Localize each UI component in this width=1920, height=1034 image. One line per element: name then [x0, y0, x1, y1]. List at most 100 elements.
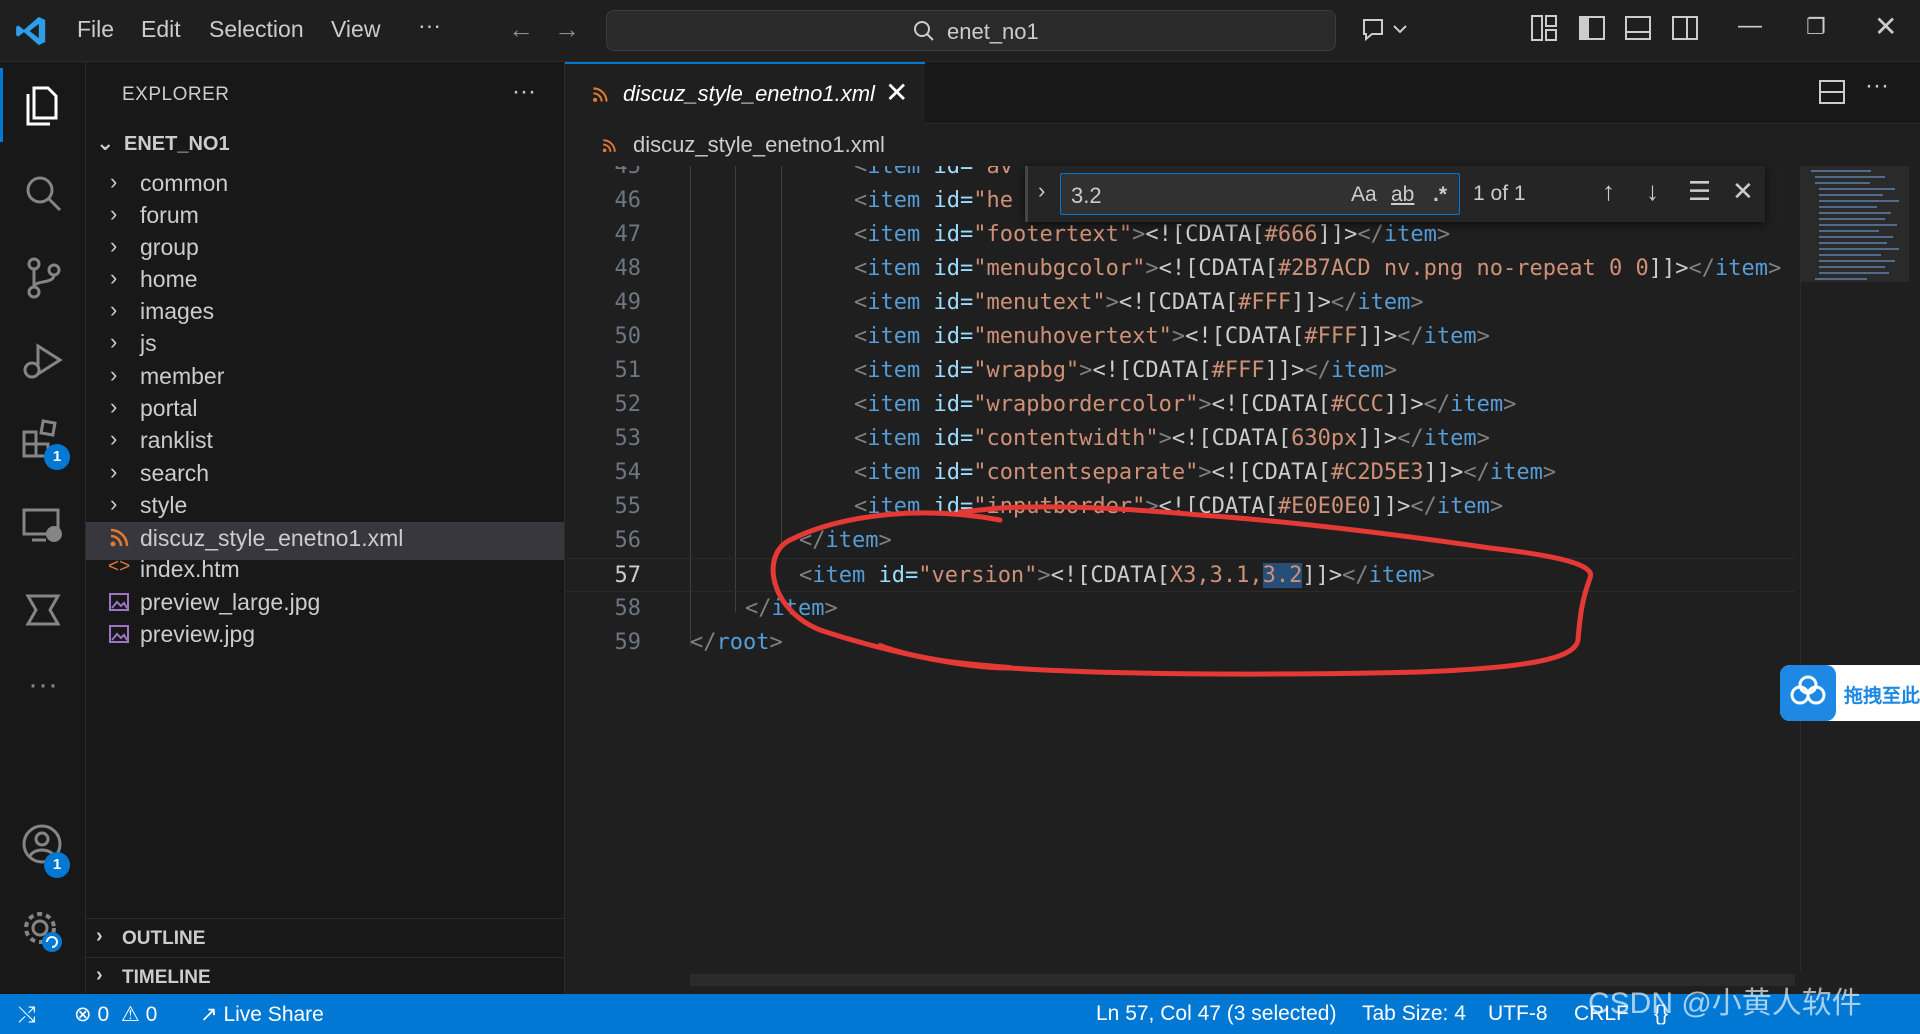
- chevron-right-icon: ›: [110, 394, 118, 419]
- regex-button[interactable]: .*: [1433, 183, 1447, 207]
- tree-file-preview[interactable]: preview.jpg: [86, 618, 564, 656]
- manage-gear-icon[interactable]: [20, 908, 66, 954]
- toggle-primary-sidebar-icon[interactable]: [1578, 14, 1606, 42]
- search-icon[interactable]: [20, 170, 66, 216]
- customize-layout-icon[interactable]: [1530, 14, 1558, 42]
- selected-text: 3.2: [1262, 563, 1303, 588]
- close-find-icon[interactable]: ✕: [1732, 176, 1754, 207]
- breadcrumb-file[interactable]: discuz_style_enetno1.xml: [633, 132, 885, 158]
- chevron-right-icon: ›: [110, 426, 118, 451]
- chevron-right-icon: ›: [96, 964, 103, 986]
- outline-label: OUTLINE: [122, 928, 206, 949]
- explorer-sidebar: EXPLORER ··· ⌄ ENET_NO1 › common › forum ›…: [86, 62, 565, 994]
- toggle-replace-chevron-icon[interactable]: ›: [1038, 178, 1045, 204]
- close-tab-icon[interactable]: ✕: [885, 76, 908, 109]
- accounts-badge: 1: [44, 852, 70, 878]
- chevron-right-icon: ›: [110, 491, 118, 516]
- editor-tabs: discuz_style_enetno1.xml ✕ ···: [565, 62, 1920, 124]
- tab-label: discuz_style_enetno1.xml: [623, 81, 875, 106]
- menu-file[interactable]: File: [77, 16, 114, 43]
- restore-icon[interactable]: ❐: [1806, 14, 1826, 40]
- rss-icon: [593, 87, 608, 102]
- line-number: 46: [614, 188, 642, 213]
- tab-size[interactable]: Tab Size: 4: [1362, 1002, 1466, 1026]
- find-input[interactable]: 3.2 Aa ab .*: [1060, 173, 1460, 215]
- code-editor[interactable]: 45 <item id="av 46 <item id="he 47 <item…: [565, 166, 1795, 972]
- code-line: 59 </root>: [565, 626, 1795, 660]
- extensions-icon[interactable]: 1: [20, 416, 70, 470]
- tree-item-label: style: [140, 492, 188, 518]
- tree-item-label: preview_large.jpg: [140, 589, 321, 615]
- code-line: 47 <item id="footertext"><![CDATA[#666]]…: [565, 218, 1795, 252]
- match-case-button[interactable]: Aa: [1351, 183, 1377, 207]
- minimap-slider[interactable]: [1801, 166, 1909, 282]
- source-control-icon[interactable]: [20, 254, 66, 300]
- code-line: 53 <item id="contentwidth"><![CDATA[630p…: [565, 422, 1795, 456]
- previous-match-icon[interactable]: ↑: [1602, 176, 1615, 207]
- workspace-folder[interactable]: ⌄ ENET_NO1: [96, 130, 230, 156]
- rss-icon: [110, 528, 129, 547]
- menu-selection[interactable]: Selection: [209, 16, 304, 43]
- image-icon: [109, 625, 129, 643]
- line-number: 52: [614, 392, 642, 417]
- live-share-label: Live Share: [223, 1003, 324, 1026]
- menu-more[interactable]: ···: [418, 12, 441, 39]
- timeline-label: TIMELINE: [122, 967, 211, 988]
- menu-edit[interactable]: Edit: [141, 16, 181, 43]
- breadcrumb: discuz_style_enetno1.xml: [565, 124, 1920, 166]
- tree-item-label: search: [140, 460, 210, 486]
- close-window-icon[interactable]: ✕: [1874, 10, 1897, 43]
- split-editor-icon[interactable]: [1818, 78, 1846, 106]
- line-number: 48: [614, 256, 642, 281]
- title-bar: File Edit Selection View ··· ← → enet_no…: [0, 0, 1920, 62]
- match-whole-word-button[interactable]: ab: [1391, 183, 1414, 207]
- vscode-logo-icon: [16, 16, 46, 46]
- explorer-icon[interactable]: [0, 68, 66, 142]
- command-center-search[interactable]: enet_no1: [606, 10, 1336, 51]
- encoding[interactable]: UTF-8: [1488, 1002, 1548, 1026]
- drag-drop-widget[interactable]: 拖拽至此: [1780, 665, 1920, 721]
- editor-more-icon[interactable]: ···: [1865, 72, 1889, 100]
- find-input-value: 3.2: [1071, 183, 1102, 208]
- live-share-icon: ↗: [200, 1003, 218, 1026]
- line-number: 47: [614, 222, 642, 247]
- line-number: 49: [614, 290, 642, 315]
- search-text: enet_no1: [947, 19, 1039, 44]
- sidebar-more-button[interactable]: ···: [512, 78, 536, 106]
- tree-item-label: portal: [140, 395, 198, 421]
- line-number: 53: [614, 426, 642, 451]
- minimize-icon[interactable]: —: [1738, 12, 1762, 40]
- tab-discuz-style[interactable]: discuz_style_enetno1.xml ✕: [565, 62, 925, 124]
- code-line-current: 57 <item id="version"><![CDATA[X3,3.1,3.…: [565, 558, 1795, 592]
- menu-view[interactable]: View: [331, 16, 380, 43]
- testing-icon[interactable]: [20, 584, 66, 630]
- find-in-selection-icon[interactable]: ☰: [1688, 176, 1711, 207]
- problems-indicator[interactable]: ⊗ 0 ⚠ 0: [74, 1002, 157, 1027]
- sidebar-title: EXPLORER: [122, 84, 230, 105]
- cursor-position[interactable]: Ln 57, Col 47 (3 selected): [1096, 1002, 1336, 1026]
- back-arrow-icon[interactable]: ←: [508, 14, 534, 45]
- minimap[interactable]: [1800, 166, 1909, 972]
- line-number: 56: [614, 528, 642, 553]
- remote-explorer-icon[interactable]: [20, 502, 66, 548]
- chevron-down-icon: ⌄: [96, 130, 115, 155]
- copilot-chat-icon[interactable]: [1360, 14, 1408, 46]
- tree-item-label: ranklist: [140, 427, 213, 453]
- cloud-icon: [1780, 665, 1836, 721]
- next-match-icon[interactable]: ↓: [1646, 176, 1659, 207]
- code-line: 49 <item id="menutext"><![CDATA[#FFF]]><…: [565, 286, 1795, 320]
- toggle-panel-icon[interactable]: [1624, 14, 1652, 42]
- outline-section[interactable]: › OUTLINE: [86, 918, 564, 956]
- timeline-section[interactable]: › TIMELINE: [86, 957, 564, 995]
- accounts-icon[interactable]: 1: [20, 822, 70, 878]
- line-number: 54: [614, 460, 642, 485]
- code-line: 54 <item id="contentseparate"><![CDATA[#…: [565, 456, 1795, 490]
- more-views-icon[interactable]: ···: [20, 668, 66, 714]
- forward-arrow-icon[interactable]: →: [554, 14, 580, 45]
- find-widget: › 3.2 Aa ab .* 1 of 1 ↑ ↓ ☰ ✕: [1025, 166, 1765, 222]
- remote-indicator-icon[interactable]: ⤭: [18, 1002, 36, 1028]
- toggle-secondary-sidebar-icon[interactable]: [1671, 14, 1699, 42]
- live-share-button[interactable]: ↗ Live Share: [200, 1002, 324, 1027]
- run-debug-icon[interactable]: [20, 338, 66, 384]
- tree-item-label: js: [140, 330, 157, 356]
